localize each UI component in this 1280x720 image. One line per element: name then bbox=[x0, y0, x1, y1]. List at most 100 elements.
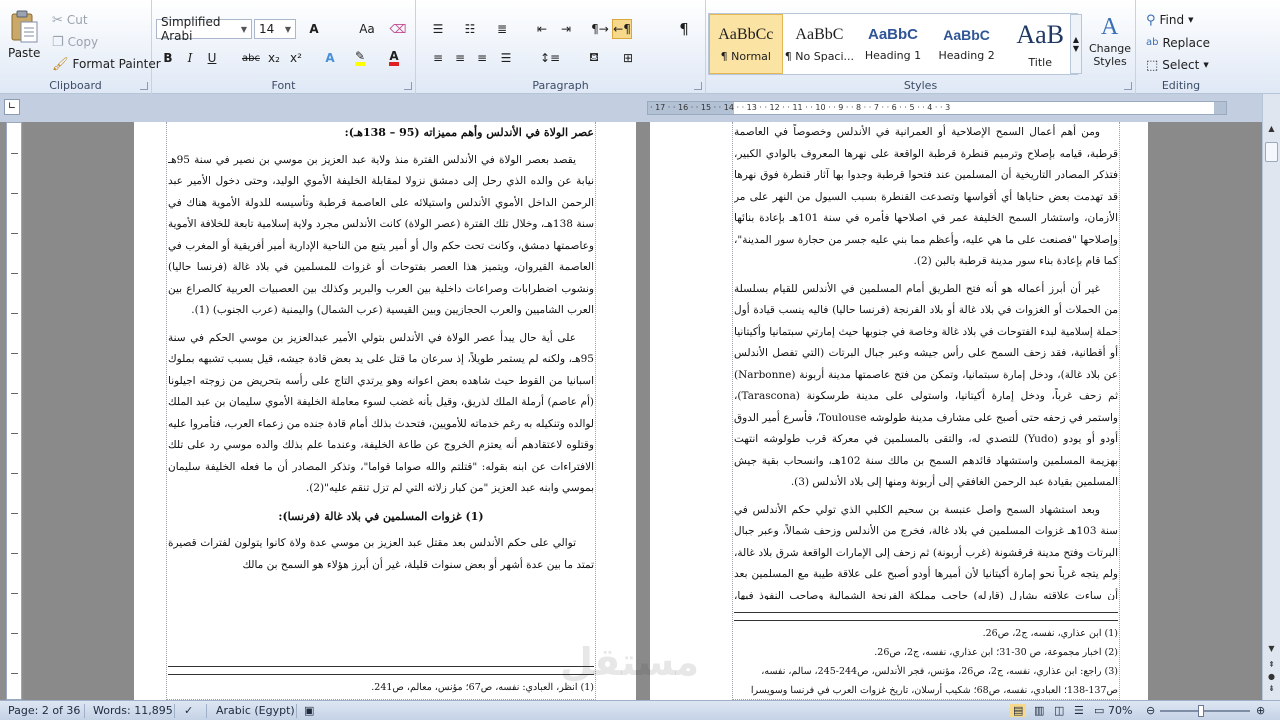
rtl-button[interactable]: ←¶ bbox=[612, 19, 632, 39]
horizontal-ruler[interactable]: · 17 · · 16 · · 15 · · 14 · · 13 · · 12 … bbox=[647, 101, 1227, 115]
style-no-spacing[interactable]: AaBbC ¶ No Spaci... bbox=[783, 14, 857, 74]
font-group: Simplified Arabi ▼ 14 ▼ A Aa ⌫ B I U abc… bbox=[152, 0, 416, 94]
zoom-in-icon[interactable]: ⊕ bbox=[1256, 704, 1265, 717]
show-marks-button[interactable]: ¶ bbox=[674, 19, 694, 39]
scroll-thumb[interactable] bbox=[1265, 142, 1278, 162]
ruler-tick bbox=[11, 513, 18, 514]
highlight-button[interactable]: ✎ bbox=[350, 48, 370, 68]
align-left-button[interactable]: ≡ bbox=[428, 48, 448, 68]
style-sample: AaBbCc bbox=[718, 25, 774, 43]
font-size-combo[interactable]: 14 ▼ bbox=[254, 19, 296, 39]
change-case-button[interactable]: Aa bbox=[354, 19, 380, 39]
zoom-out-icon[interactable]: ⊖ bbox=[1146, 704, 1155, 717]
style-normal[interactable]: AaBbCc ¶ Normal bbox=[709, 14, 783, 74]
underline-button[interactable]: U bbox=[202, 48, 222, 68]
decrease-indent-icon: ⇤ bbox=[536, 22, 548, 36]
language-indicator[interactable]: Arabic (Egypt) bbox=[216, 704, 295, 717]
scroll-down-icon[interactable]: ▼ bbox=[1265, 644, 1278, 658]
find-button[interactable]: ⚲ Find ▼ bbox=[1146, 13, 1194, 27]
align-right-button[interactable]: ≡ bbox=[472, 48, 492, 68]
select-button[interactable]: ⬚ Select ▼ bbox=[1146, 58, 1209, 72]
borders-button[interactable]: ⊞ bbox=[618, 48, 638, 68]
footnote-text: (2) اخبار مجموعة، ص 30-31؛ ابن عذاري، نف… bbox=[874, 647, 1118, 658]
zoom-slider[interactable] bbox=[1160, 710, 1250, 712]
scroll-up-icon[interactable]: ▲ bbox=[1265, 124, 1278, 138]
page-left[interactable]: عصر الولاة في الأندلس وأهم مميزاته (95 –… bbox=[134, 122, 636, 700]
divider bbox=[206, 704, 207, 718]
decrease-indent-button[interactable]: ⇤ bbox=[532, 19, 552, 39]
bullets-button[interactable]: ☰ bbox=[428, 19, 448, 39]
strikethrough-button[interactable]: abc bbox=[238, 48, 264, 68]
full-screen-reading-icon[interactable]: ▥ bbox=[1034, 704, 1044, 717]
clipboard-dialog-launcher[interactable] bbox=[140, 82, 148, 90]
gallery-scroll-button[interactable]: ▲ ▼ bbox=[1070, 14, 1082, 74]
footnotes: (1) ابن عذاري، نفسه، ج2، ص26. (2) اخبار … bbox=[734, 624, 1118, 700]
footnote-text: (1) ابن عذاري، نفسه، ج2، ص26. bbox=[982, 628, 1118, 639]
text-effects-button[interactable]: A bbox=[320, 48, 340, 68]
page-right-text[interactable]: ومن أهم أعمال السمح الإصلاحية أو العمران… bbox=[734, 122, 1118, 600]
paragraph-group-label: Paragraph bbox=[532, 79, 589, 92]
style-title[interactable]: AaB Title bbox=[1003, 14, 1077, 74]
footnote: (1) انظر، العبادي: نفسه، ص67؛ مؤنس، معال… bbox=[168, 678, 594, 697]
ltr-button[interactable]: ¶→ bbox=[590, 19, 610, 39]
style-sample: AaBbC bbox=[795, 25, 844, 43]
editing-group: ⚲ Find ▼ ab Replace ⬚ Select ▼ Editing bbox=[1136, 0, 1226, 94]
paste-button[interactable]: Paste bbox=[8, 10, 40, 60]
outline-view-icon[interactable]: ☰ bbox=[1074, 704, 1084, 717]
footnote-text: (1) انظر، العبادي: نفسه، ص67؛ مؤنس، معال… bbox=[371, 682, 594, 693]
vertical-scrollbar[interactable]: ▲ ▼ ⇞ ● ⇟ bbox=[1262, 94, 1280, 700]
paste-label: Paste bbox=[8, 46, 41, 60]
bold-button[interactable]: B bbox=[158, 48, 178, 68]
subscript-button[interactable]: x₂ bbox=[264, 48, 284, 68]
word-count[interactable]: Words: 11,895 bbox=[93, 704, 173, 717]
zoom-slider-thumb[interactable] bbox=[1197, 705, 1204, 717]
eraser-icon: ⌫ bbox=[389, 22, 407, 36]
superscript-button[interactable]: x² bbox=[286, 48, 306, 68]
numbering-button[interactable]: ☷ bbox=[460, 19, 480, 39]
format-painter-button[interactable]: 🖌 Format Painter bbox=[52, 57, 161, 71]
footnote-separator bbox=[168, 674, 594, 675]
print-layout-view-icon[interactable]: ▤ bbox=[1010, 704, 1027, 717]
vertical-ruler[interactable] bbox=[6, 122, 22, 700]
footnote-text: (3) راجع: ابن عذاري، نفسه، ج2، ص26، مؤنس… bbox=[750, 666, 1118, 696]
web-layout-icon[interactable]: ◫ bbox=[1054, 704, 1064, 717]
page-indicator[interactable]: Page: 2 of 36 bbox=[8, 704, 80, 717]
multilevel-list-button[interactable]: ≣ bbox=[492, 19, 512, 39]
ruler-tick bbox=[11, 473, 18, 474]
ruler-tick bbox=[11, 673, 18, 674]
align-center-button[interactable]: ≡ bbox=[450, 48, 470, 68]
page-left-text[interactable]: عصر الولاة في الأندلس وأهم مميزاته (95 –… bbox=[168, 122, 594, 652]
font-family-combo[interactable]: Simplified Arabi ▼ bbox=[156, 15, 252, 43]
numbering-icon: ☷ bbox=[464, 22, 476, 36]
proofing-icon[interactable]: ✓ bbox=[184, 704, 193, 717]
text-effects-icon: A bbox=[325, 51, 335, 65]
ruler-tick bbox=[11, 313, 18, 314]
style-heading-1[interactable]: AaBbC Heading 1 bbox=[856, 14, 930, 74]
increase-indent-button[interactable]: ⇥ bbox=[556, 19, 576, 39]
font-color-button[interactable]: A bbox=[384, 48, 404, 68]
next-page-icon[interactable]: ⇟ bbox=[1265, 684, 1278, 698]
tab-selector[interactable]: ∟ bbox=[4, 99, 20, 115]
replace-button[interactable]: ab Replace bbox=[1146, 36, 1210, 50]
justify-button[interactable]: ☰ bbox=[496, 48, 516, 68]
paragraph-dialog-launcher[interactable] bbox=[694, 82, 702, 90]
font-dialog-launcher[interactable] bbox=[404, 82, 412, 90]
replace-icon: ab bbox=[1146, 37, 1159, 48]
italic-button[interactable]: I bbox=[180, 48, 200, 68]
change-styles-button[interactable]: A Change Styles bbox=[1088, 10, 1132, 68]
line-spacing-button[interactable]: ↕≡ bbox=[540, 48, 560, 68]
draft-view-icon[interactable]: ▭ bbox=[1094, 704, 1104, 717]
footnote-separator bbox=[734, 620, 1118, 621]
cut-button[interactable]: ✂ Cut bbox=[52, 13, 88, 27]
grow-font-button[interactable]: A bbox=[302, 19, 326, 39]
macro-recording-icon[interactable]: ▣ bbox=[304, 704, 314, 717]
page-right[interactable]: ومن أهم أعمال السمح الإصلاحية أو العمران… bbox=[650, 122, 1148, 700]
zoom-level[interactable]: 70% bbox=[1108, 704, 1132, 717]
style-heading-2[interactable]: AaBbC Heading 2 bbox=[930, 14, 1004, 74]
chevron-down-icon: ▼ bbox=[240, 24, 247, 34]
clear-formatting-button[interactable]: ⌫ bbox=[388, 19, 408, 39]
shading-button[interactable]: ⛾ bbox=[584, 48, 604, 68]
copy-button[interactable]: ❐ Copy bbox=[52, 35, 98, 49]
styles-group-label: Styles bbox=[903, 79, 938, 92]
styles-dialog-launcher[interactable] bbox=[1124, 82, 1132, 90]
